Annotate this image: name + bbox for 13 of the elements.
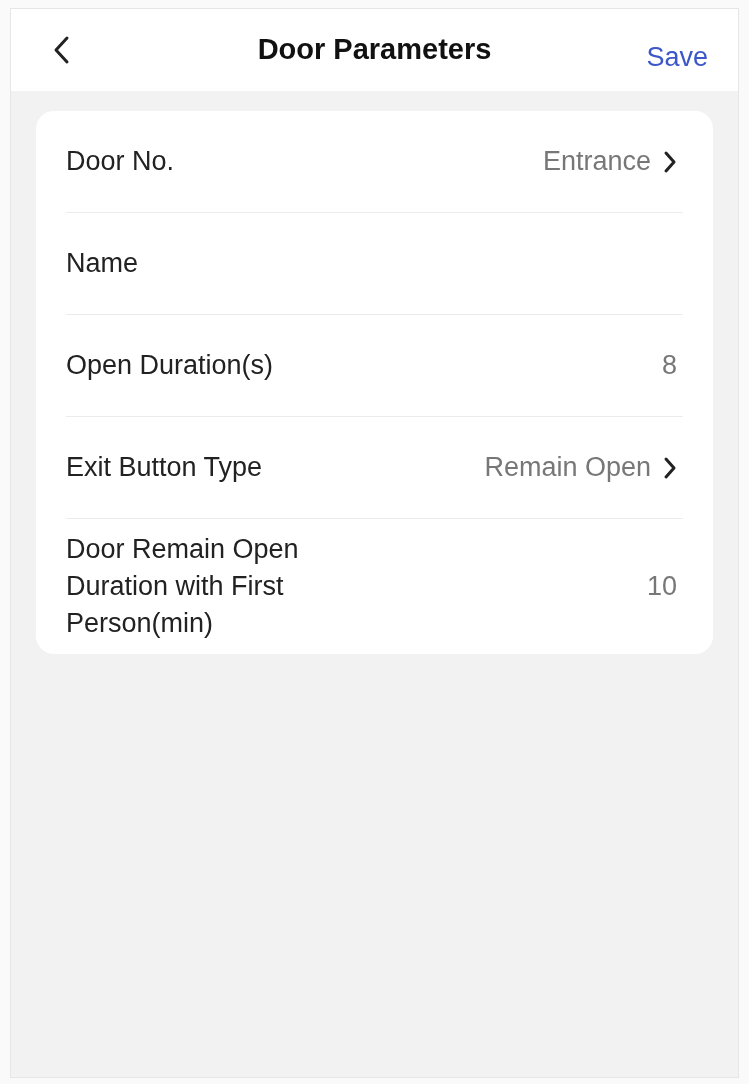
chevron-right-icon[interactable] xyxy=(663,149,677,174)
save-button[interactable]: Save xyxy=(646,36,708,78)
chevron-right-icon[interactable] xyxy=(663,455,677,480)
row-label: Door Remain Open Duration with First Person(min) xyxy=(66,533,300,640)
row-value[interactable]: Remain Open xyxy=(484,447,651,488)
row-label: Exit Button Type xyxy=(66,451,263,484)
row-label: Open Duration(s) xyxy=(66,349,274,382)
row-value: 8 xyxy=(661,349,677,383)
row-value: 10 xyxy=(646,570,677,604)
row-value[interactable]: Entrance xyxy=(542,141,651,182)
row-label: Name xyxy=(66,247,139,280)
page-title: Door Parameters xyxy=(257,32,492,68)
row-label: Door No. xyxy=(66,145,175,178)
